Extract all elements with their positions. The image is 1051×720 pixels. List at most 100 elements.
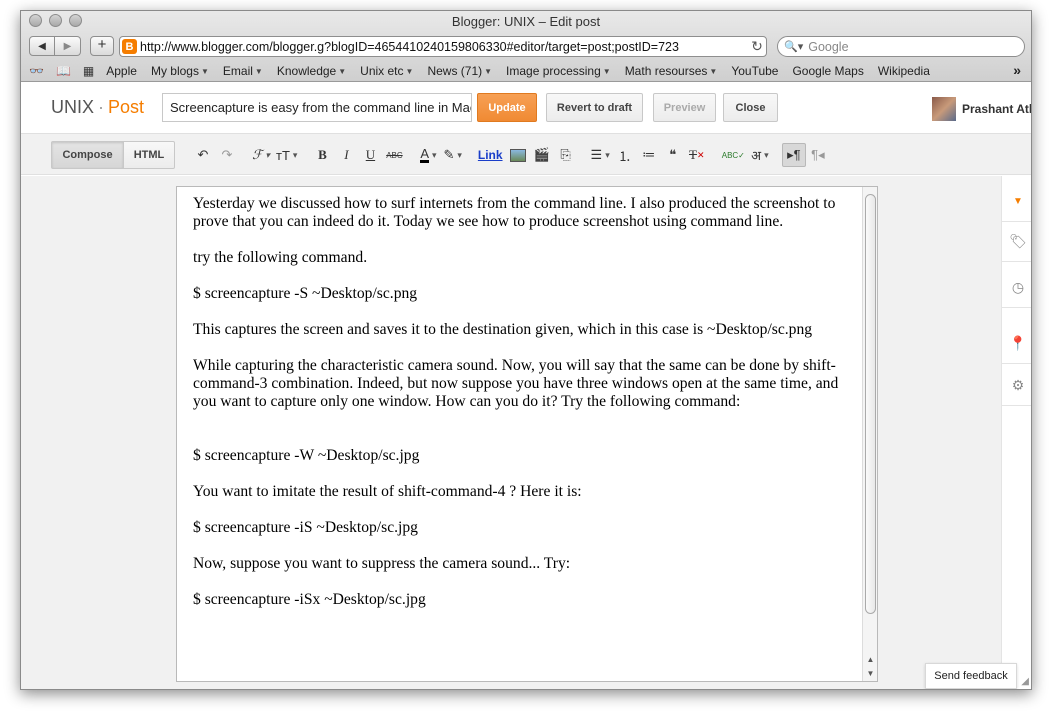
font-family-icon[interactable]: ℱ bbox=[249, 143, 273, 167]
insert-image-icon[interactable] bbox=[506, 143, 530, 167]
text-color-icon[interactable]: A bbox=[416, 143, 440, 167]
insert-jump-break-icon[interactable]: ⎘ bbox=[554, 143, 578, 167]
add-bookmark-button[interactable]: + bbox=[90, 36, 114, 56]
underline-button[interactable]: U bbox=[358, 143, 382, 167]
chevron-down-icon: ▼ bbox=[405, 67, 414, 76]
strikethrough-button[interactable]: ABC bbox=[382, 143, 406, 167]
chevron-down-icon: ▼ bbox=[200, 67, 209, 76]
forward-arrow-icon: ▶ bbox=[63, 40, 72, 52]
bullet-list-icon[interactable]: ≔ bbox=[637, 143, 661, 167]
update-button[interactable]: Update bbox=[477, 93, 537, 122]
html-mode-button[interactable]: HTML bbox=[124, 141, 175, 169]
insert-video-icon[interactable]: 🎬 bbox=[530, 143, 554, 167]
section-name: Post bbox=[108, 97, 145, 117]
scroll-down-icon[interactable]: ▼ bbox=[863, 667, 877, 681]
labels-tag-icon[interactable]: 🏷 bbox=[1002, 222, 1031, 262]
browser-window: Blogger: UNIX – Edit post ◀ ▶ + B http:/… bbox=[20, 10, 1032, 690]
bookmark-wikipedia[interactable]: Wikipedia bbox=[878, 64, 930, 78]
highlight-color-icon[interactable]: ✎ bbox=[440, 143, 464, 167]
bookmark-email[interactable]: Email ▼ bbox=[223, 64, 263, 78]
bookmark-youtube[interactable]: YouTube bbox=[731, 64, 778, 78]
top-sites-grid-icon[interactable]: ▦ bbox=[83, 64, 94, 78]
location-pin-icon[interactable]: 📍 bbox=[1002, 324, 1031, 364]
formatting-tools: ↶ ↷ ℱ тT B I U ABC A ✎ Link 🎬 ⎘ ☰ ⒈ ≔ ❝ … bbox=[191, 143, 830, 167]
reload-icon[interactable]: ↻ bbox=[748, 38, 766, 55]
ltr-direction-icon[interactable]: ▸¶ bbox=[781, 143, 806, 167]
paragraph: $ screencapture -W ~Desktop/sc.jpg bbox=[193, 447, 420, 464]
scrollbar-thumb[interactable] bbox=[865, 194, 876, 614]
bookmark-unix-etc[interactable]: Unix etc ▼ bbox=[360, 64, 413, 78]
resize-grip-icon[interactable]: ◢ bbox=[1021, 676, 1029, 687]
paragraph: try the following command. bbox=[193, 249, 368, 266]
search-placeholder: Google bbox=[808, 39, 849, 54]
bookmark-news[interactable]: News (71) ▼ bbox=[427, 64, 492, 78]
chevron-down-icon: ▼ bbox=[254, 67, 263, 76]
chevron-down-icon: ▼ bbox=[484, 67, 493, 76]
quote-icon[interactable]: ❝ bbox=[661, 143, 685, 167]
address-bar[interactable]: B http://www.blogger.com/blogger.g?blogI… bbox=[119, 36, 767, 57]
window-title: Blogger: UNIX – Edit post bbox=[451, 14, 601, 29]
bookmark-math-resourses[interactable]: Math resourses ▼ bbox=[625, 64, 718, 78]
schedule-clock-icon[interactable]: ◷ bbox=[1002, 268, 1031, 308]
chevron-down-icon: ▼ bbox=[338, 67, 347, 76]
bookmark-google-maps[interactable]: Google Maps bbox=[792, 64, 863, 78]
editor-scrollbar[interactable]: ▲ ▼ bbox=[862, 187, 877, 681]
editor-toolbar: Compose HTML ↶ ↷ ℱ тT B I U ABC A ✎ Link… bbox=[21, 133, 1031, 175]
revert-to-draft-button[interactable]: Revert to draft bbox=[546, 93, 643, 122]
url-text: http://www.blogger.com/blogger.g?blogID=… bbox=[140, 39, 679, 54]
browser-chrome: Blogger: UNIX – Edit post ◀ ▶ + B http:/… bbox=[21, 11, 1031, 82]
paragraph: This captures the screen and saves it to… bbox=[193, 321, 813, 338]
spellcheck-icon[interactable]: ABC✓ bbox=[719, 143, 748, 167]
back-arrow-icon: ◀ bbox=[38, 40, 46, 52]
mode-switch: Compose HTML bbox=[51, 141, 175, 169]
chevron-down-icon: ▼ bbox=[602, 67, 611, 76]
avatar bbox=[932, 97, 956, 121]
bold-button[interactable]: B bbox=[310, 143, 334, 167]
user-account[interactable]: Prashant Athavale bbox=[932, 97, 1031, 121]
more-bookmarks-icon[interactable]: » bbox=[1013, 62, 1021, 78]
send-feedback-button[interactable]: Send feedback bbox=[925, 663, 1017, 689]
undo-icon[interactable]: ↶ bbox=[191, 143, 215, 167]
compose-mode-button[interactable]: Compose bbox=[51, 141, 124, 169]
bookmarks-book-icon[interactable]: 📖 bbox=[56, 64, 71, 78]
italic-button[interactable]: I bbox=[334, 143, 358, 167]
reading-list-icon[interactable]: 👓 bbox=[29, 64, 44, 78]
search-input[interactable]: 🔍▾ Google bbox=[777, 36, 1025, 57]
bookmark-image-processing[interactable]: Image processing ▼ bbox=[506, 64, 611, 78]
forward-button[interactable]: ▶ bbox=[55, 36, 81, 56]
rtl-direction-icon[interactable]: ¶◂ bbox=[806, 143, 830, 167]
align-icon[interactable]: ☰ bbox=[588, 143, 613, 167]
paragraph: $ screencapture -iS ~Desktop/sc.jpg bbox=[193, 519, 418, 536]
close-button[interactable]: Close bbox=[723, 93, 778, 122]
link-button[interactable]: Link bbox=[475, 143, 506, 167]
breadcrumb-separator: · bbox=[98, 97, 105, 117]
blogger-favicon-icon: B bbox=[122, 39, 137, 54]
post-settings-arrow-icon[interactable]: ▼ bbox=[1002, 182, 1031, 222]
blog-breadcrumb: UNIX · Post bbox=[51, 97, 144, 118]
input-tools-button[interactable]: अ bbox=[748, 143, 772, 167]
back-button[interactable]: ◀ bbox=[29, 36, 55, 56]
numbered-list-icon[interactable]: ⒈ bbox=[613, 143, 637, 167]
preview-button[interactable]: Preview bbox=[653, 93, 716, 122]
remove-formatting-icon[interactable]: T ✕ bbox=[685, 143, 709, 167]
plus-icon: + bbox=[97, 36, 107, 53]
scroll-up-icon[interactable]: ▲ bbox=[863, 653, 877, 667]
bookmark-my-blogs[interactable]: My blogs ▼ bbox=[151, 64, 209, 78]
user-name: Prashant Athavale bbox=[962, 102, 1031, 116]
post-content[interactable]: Yesterday we discussed how to surf inter… bbox=[193, 195, 851, 627]
post-settings-sidebar: ▼ 🏷 ◷ 📍 ⚙ bbox=[1001, 176, 1031, 689]
post-body-editor[interactable]: Yesterday we discussed how to surf inter… bbox=[176, 186, 878, 682]
blog-name[interactable]: UNIX bbox=[51, 97, 94, 117]
options-gear-icon[interactable]: ⚙ bbox=[1002, 366, 1031, 406]
redo-icon[interactable]: ↷ bbox=[215, 143, 239, 167]
search-icon: 🔍▾ bbox=[784, 41, 804, 53]
paragraph: $ screencapture -S ~Desktop/sc.png bbox=[193, 285, 418, 302]
bookmark-knowledge[interactable]: Knowledge ▼ bbox=[277, 64, 346, 78]
post-title-input[interactable]: Screencapture is easy from the command l… bbox=[162, 93, 472, 122]
navigation-row: ◀ ▶ + B http://www.blogger.com/blogger.g… bbox=[29, 36, 1025, 58]
bookmark-apple[interactable]: Apple bbox=[106, 64, 137, 78]
paragraph: While capturing the characteristic camer… bbox=[193, 357, 839, 410]
paragraph: You want to imitate the result of shift-… bbox=[193, 483, 582, 500]
font-size-icon[interactable]: тT bbox=[273, 143, 300, 167]
history-buttons: ◀ ▶ bbox=[29, 36, 81, 56]
